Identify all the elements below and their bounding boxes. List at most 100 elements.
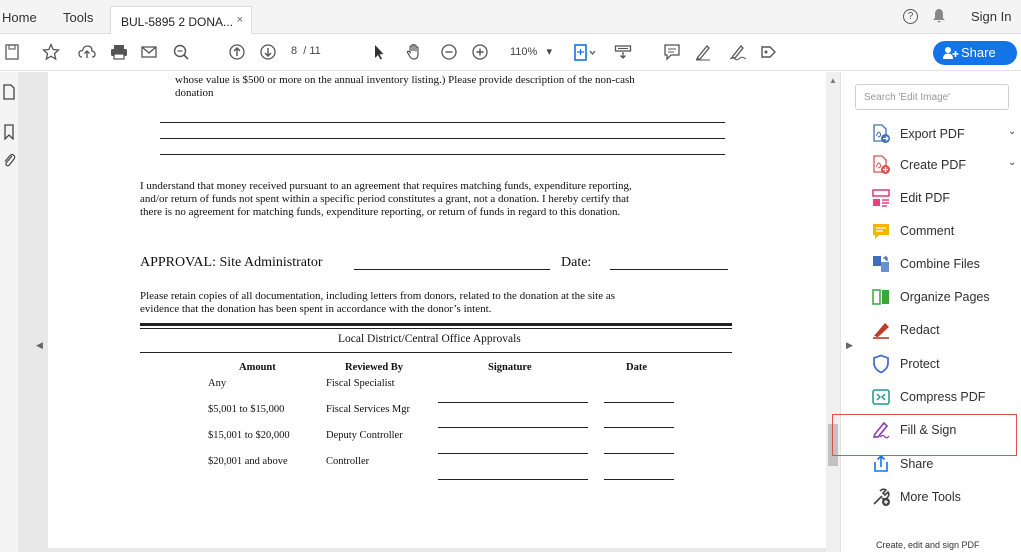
zoom-level-value: 110% — [510, 46, 538, 58]
tool-label-organize-pages: Organize Pages — [900, 290, 990, 304]
attachments-icon[interactable] — [2, 152, 16, 168]
left-navigation-rail — [0, 72, 18, 552]
next-page-icon[interactable] — [259, 43, 277, 63]
upload-cloud-icon[interactable] — [78, 43, 96, 63]
highlight-pen-icon[interactable] — [694, 43, 712, 63]
tool-label-share: Share — [900, 457, 934, 471]
description-line-2 — [160, 138, 725, 139]
signature-line-4 — [438, 479, 588, 480]
chevron-down-icon[interactable]: ⌄ — [1008, 126, 1016, 137]
previous-page-icon[interactable] — [228, 43, 246, 63]
zoom-out-icon[interactable] — [440, 43, 458, 63]
tools-tab[interactable]: Tools — [63, 10, 93, 25]
notification-bell-icon[interactable] — [932, 8, 946, 28]
tool-label-export-pdf: Export PDF — [900, 127, 965, 141]
date-line-2 — [604, 427, 674, 428]
save-icon[interactable] — [4, 43, 20, 63]
share-button[interactable]: Share — [933, 41, 1017, 65]
row-amount-2: $5,001 to $15,000 — [208, 404, 285, 415]
tool-edit-pdf[interactable]: Edit PDF — [871, 187, 950, 209]
stamp-tag-icon[interactable] — [760, 43, 778, 63]
top-bar: Home Tools BUL-5895 2 DONA... × ? Sign I… — [0, 0, 1021, 34]
create-pdf-icon — [871, 155, 891, 175]
row-reviewed-4: Controller — [326, 456, 370, 467]
signature-line-1 — [438, 402, 588, 403]
description-line-1 — [160, 122, 725, 123]
tool-compress-pdf[interactable]: Compress PDF — [871, 386, 985, 408]
tool-protect[interactable]: Protect — [871, 353, 940, 375]
zoom-level-dropdown[interactable]: 110% ▾ — [510, 45, 552, 58]
select-cursor-icon[interactable] — [372, 43, 386, 63]
bookmark-star-icon[interactable] — [42, 43, 60, 63]
comment-tool-icon[interactable] — [663, 43, 681, 63]
tool-create-pdf[interactable]: Create PDF ⌄ — [871, 154, 1016, 176]
compress-pdf-icon — [871, 387, 891, 407]
read-mode-icon[interactable] — [614, 43, 632, 63]
print-icon[interactable] — [110, 43, 128, 63]
email-icon[interactable] — [140, 43, 158, 63]
table-top-rule-thick — [140, 323, 732, 326]
share-button-label: Share — [961, 45, 996, 60]
date-line-1 — [604, 402, 674, 403]
header-date: Date — [626, 362, 647, 373]
share-icon — [871, 454, 891, 474]
close-tab-icon[interactable]: × — [237, 14, 243, 26]
fit-page-icon[interactable] — [572, 43, 598, 63]
comment-icon — [871, 221, 891, 241]
page-thumbnails-icon[interactable] — [2, 84, 16, 100]
export-pdf-icon — [871, 124, 891, 144]
tool-share[interactable]: Share — [871, 453, 933, 475]
date-label: Date: — [561, 255, 592, 270]
tool-combine-files[interactable]: Combine Files — [871, 253, 980, 275]
approvals-table-title: Local District/Central Office Approvals — [338, 333, 521, 345]
zoom-search-icon[interactable] — [172, 43, 190, 63]
zoom-in-icon[interactable] — [471, 43, 489, 63]
scroll-up-icon[interactable]: ▲ — [829, 76, 837, 85]
panel-footer-text: Create, edit and sign PDF — [876, 540, 980, 550]
page-number-input[interactable]: 8 / 11 — [291, 45, 321, 57]
hand-tool-icon[interactable] — [405, 43, 423, 63]
para-grant-line3: there is no agreement for matching funds… — [140, 206, 621, 218]
approval-signature-line — [354, 269, 550, 270]
home-tab[interactable]: Home — [2, 10, 37, 25]
table-top-rule-thin — [140, 328, 732, 329]
sign-in-link[interactable]: Sign In — [971, 9, 1011, 24]
combine-files-icon — [871, 254, 891, 274]
collapse-right-panel-icon[interactable]: ▶ — [846, 340, 853, 351]
document-tab[interactable]: BUL-5895 2 DONA... × — [110, 6, 252, 34]
para-retain-line1: Please retain copies of all documentatio… — [140, 290, 616, 302]
tool-organize-pages[interactable]: Organize Pages — [871, 286, 990, 308]
help-icon[interactable]: ? — [903, 9, 918, 24]
tool-comment[interactable]: Comment — [871, 220, 954, 242]
total-pages: / 11 — [303, 45, 321, 57]
chevron-down-icon[interactable]: ⌄ — [1008, 157, 1016, 168]
redact-icon — [871, 320, 891, 340]
tool-label-compress-pdf: Compress PDF — [900, 390, 986, 404]
row-amount-1: Any — [208, 378, 227, 389]
collapse-left-panel-icon[interactable]: ◀ — [36, 340, 43, 351]
tool-label-create-pdf: Create PDF — [900, 158, 966, 172]
header-reviewed-by: Reviewed By — [345, 362, 404, 373]
protect-icon — [871, 354, 891, 374]
add-person-icon — [943, 46, 959, 63]
fill-sign-highlight-box — [832, 414, 1017, 456]
header-amount: Amount — [239, 362, 276, 373]
tools-pane: ▶ Search 'Edit Image' Export PDF ⌄ Creat… — [840, 72, 1021, 552]
para-retain-line2: evidence that the donation has been spen… — [140, 303, 492, 315]
tool-label-combine-files: Combine Files — [900, 257, 980, 271]
bookmarks-icon[interactable] — [2, 124, 16, 141]
tools-search-input[interactable]: Search 'Edit Image' — [855, 84, 1009, 110]
tool-export-pdf[interactable]: Export PDF ⌄ — [871, 123, 1016, 145]
row-amount-3: $15,001 to $20,000 — [208, 430, 290, 441]
signature-line-2 — [438, 427, 588, 428]
description-line-3 — [160, 154, 725, 155]
organize-pages-icon — [871, 287, 891, 307]
sign-pen-icon[interactable] — [728, 43, 748, 63]
main-toolbar: 8 / 11 110% ▾ Share — [0, 35, 1021, 71]
document-tab-title: BUL-5895 2 DONA... — [121, 15, 234, 29]
vertical-scrollbar[interactable]: ▲ — [826, 72, 840, 552]
tool-redact[interactable]: Redact — [871, 319, 940, 341]
document-viewer[interactable]: ◀ whose value is $500 or more on the ann… — [18, 72, 844, 552]
tool-label-more-tools: More Tools — [900, 490, 961, 504]
tool-more-tools[interactable]: More Tools — [871, 486, 961, 508]
